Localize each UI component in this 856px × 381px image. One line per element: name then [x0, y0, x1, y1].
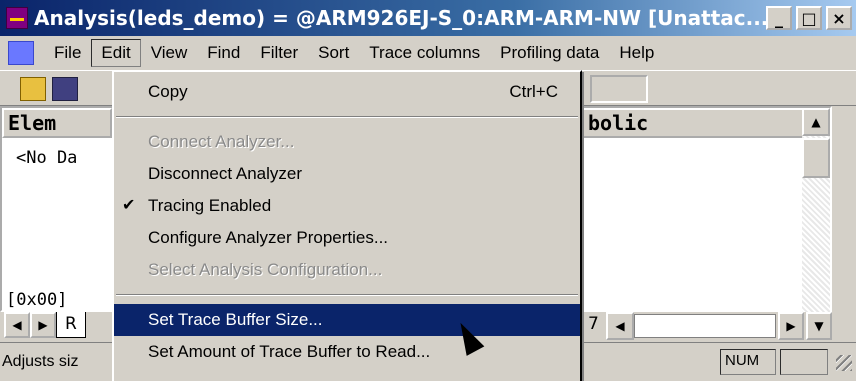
menu-item-label: Set Trace Buffer Size...: [148, 310, 323, 329]
tab-right-arrow-icon[interactable]: ▶: [30, 312, 56, 338]
address-label: [0x00]: [6, 290, 68, 310]
vertical-scrollbar[interactable]: ▲: [802, 108, 830, 314]
menu-item-label: Set Amount of Trace Buffer to Read...: [148, 342, 431, 361]
window-title: Analysis(leds_demo) = @ARM926EJ-S_0:ARM-…: [34, 6, 766, 30]
menu-item-configure-analyzer[interactable]: Configure Analyzer Properties...: [114, 222, 580, 254]
menu-item-copy[interactable]: Copy Ctrl+C: [114, 76, 580, 108]
menu-find[interactable]: Find: [197, 39, 250, 67]
tab-left-arrow-icon[interactable]: ◀: [4, 312, 30, 338]
scroll-thumb[interactable]: [802, 138, 830, 178]
menu-separator: [116, 116, 578, 118]
menu-item-set-trace-buffer-size[interactable]: Set Trace Buffer Size...: [114, 304, 580, 336]
menu-profiling-data[interactable]: Profiling data: [490, 39, 609, 67]
menu-item-set-trace-buffer-read[interactable]: Set Amount of Trace Buffer to Read...: [114, 336, 580, 368]
column-header-elem[interactable]: Elem: [2, 108, 112, 138]
checkmark-icon: ✔: [122, 197, 136, 214]
menu-item-label: Select Analysis Configuration...: [148, 260, 383, 279]
menu-item-label: Tracing Enabled: [148, 196, 272, 215]
resize-grip-icon[interactable]: [836, 355, 852, 371]
hscroll-left-icon[interactable]: ◀: [606, 312, 634, 340]
menu-item-tracing-enabled[interactable]: ✔ Tracing Enabled: [114, 190, 580, 222]
menu-separator: [116, 294, 578, 296]
edit-menu: Copy Ctrl+C Connect Analyzer... Disconne…: [112, 70, 582, 381]
column-header-symbolic[interactable]: bolic: [582, 108, 806, 138]
menu-edit[interactable]: Edit: [91, 39, 141, 67]
tab-extra-label: 7: [588, 314, 599, 334]
status-pane-empty: [780, 349, 828, 375]
menu-item-connect-analyzer[interactable]: Connect Analyzer...: [114, 126, 580, 158]
scroll-up-icon[interactable]: ▲: [802, 108, 830, 136]
status-text: Adjusts siz: [2, 353, 79, 370]
menu-trace-columns[interactable]: Trace columns: [359, 39, 490, 67]
toolbar-field[interactable]: [590, 75, 648, 103]
close-button[interactable]: ×: [826, 6, 852, 30]
menu-item-label: Copy: [148, 82, 188, 101]
menu-item-disconnect-analyzer[interactable]: Disconnect Analyzer: [114, 158, 580, 190]
menu-filter[interactable]: Filter: [250, 39, 308, 67]
menu-item-label: Configure Analyzer Properties...: [148, 228, 389, 247]
menu-item-label: Connect Analyzer...: [148, 132, 295, 151]
maximize-button[interactable]: □: [796, 6, 822, 30]
menu-view[interactable]: View: [141, 39, 198, 67]
menu-help[interactable]: Help: [609, 39, 664, 67]
menu-sort[interactable]: Sort: [308, 39, 359, 67]
document-icon[interactable]: [8, 41, 34, 65]
save-disk-icon[interactable]: [52, 77, 78, 101]
num-indicator: NUM: [720, 349, 776, 375]
shortcut-label: Ctrl+C: [509, 82, 558, 101]
title-bar: Analysis(leds_demo) = @ARM926EJ-S_0:ARM-…: [0, 0, 856, 36]
app-icon[interactable]: [6, 7, 28, 29]
tab-r[interactable]: R: [56, 312, 86, 338]
menu-file[interactable]: File: [44, 39, 91, 67]
menu-item-select-analysis-config[interactable]: Select Analysis Configuration...: [114, 254, 580, 286]
menu-item-label: Disconnect Analyzer: [148, 164, 303, 183]
horizontal-scrollbar[interactable]: [634, 314, 776, 338]
scroll-down-icon[interactable]: ▼: [806, 312, 832, 340]
minimize-button[interactable]: _: [766, 6, 792, 30]
no-data-text: <No Da: [16, 148, 78, 168]
hscroll-right-icon[interactable]: ▶: [778, 312, 804, 340]
open-folder-icon[interactable]: [20, 77, 46, 101]
menu-bar: File Edit View Find Filter Sort Trace co…: [0, 36, 856, 70]
